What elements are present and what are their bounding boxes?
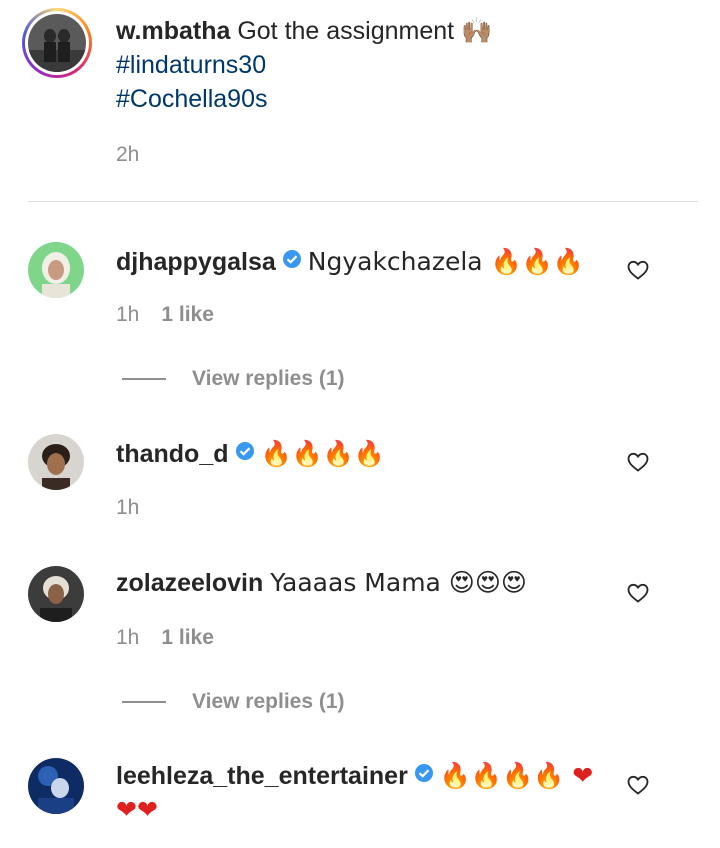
verified-badge-icon	[235, 436, 255, 470]
avatar[interactable]	[28, 758, 84, 814]
verified-badge-icon	[414, 758, 434, 792]
like-count[interactable]: 1 like	[161, 626, 214, 649]
comment-time: 1h	[116, 303, 140, 326]
avatar[interactable]	[28, 242, 84, 298]
comment-text: 🔥🔥🔥🔥	[260, 439, 386, 468]
post-caption: w.mbatha Got the assignment 🙌🏽 #lindatur…	[116, 14, 676, 116]
post-time: 2h	[116, 143, 140, 166]
comment-text: Yaaaas Mama 😍😍😍	[270, 568, 527, 597]
comment-username[interactable]: leehleza_the_entertainer	[116, 762, 408, 790]
post-username[interactable]: w.mbatha	[116, 17, 230, 45]
comment-time: 1h	[116, 496, 140, 519]
heart-outline-icon[interactable]	[626, 258, 650, 282]
comment: djhappygalsa Ngyakchazela 🔥🔥🔥	[116, 245, 596, 279]
post-meta: 2h	[116, 143, 139, 167]
avatar[interactable]	[28, 434, 84, 490]
comment: leehleza_the_entertainer 🔥🔥🔥🔥 ❤❤❤	[116, 759, 606, 827]
avatar[interactable]	[28, 566, 84, 622]
comment-meta: 1h 1 like	[116, 303, 214, 327]
divider	[28, 201, 698, 202]
comment-meta: 1h 1 like	[116, 626, 214, 650]
comment: zolazeelovin Yaaaas Mama 😍😍😍	[116, 566, 596, 600]
reply-line	[122, 701, 166, 704]
comment-text: Ngyakchazela 🔥🔥🔥	[307, 247, 584, 276]
heart-outline-icon[interactable]	[626, 773, 650, 797]
reply-line	[122, 378, 166, 381]
caption-text: Got the assignment 🙌🏽	[237, 17, 493, 45]
comment-username[interactable]: thando_d	[116, 440, 229, 468]
avatar[interactable]	[28, 14, 86, 72]
comment-meta: 1h	[116, 496, 139, 520]
like-count[interactable]: 1 like	[161, 303, 214, 326]
comment-username[interactable]: zolazeelovin	[116, 569, 263, 597]
view-replies-button[interactable]: View replies (1)	[122, 367, 345, 391]
comment-time: 1h	[116, 626, 140, 649]
view-replies-label: View replies (1)	[192, 367, 345, 390]
view-replies-label: View replies (1)	[192, 690, 345, 713]
hashtag-link[interactable]: #Cochella90s	[116, 82, 676, 116]
verified-badge-icon	[282, 244, 302, 278]
comment-username[interactable]: djhappygalsa	[116, 248, 276, 276]
heart-outline-icon[interactable]	[626, 450, 650, 474]
heart-outline-icon[interactable]	[626, 581, 650, 605]
hashtag-link[interactable]: #lindaturns30	[116, 48, 676, 82]
comment: thando_d 🔥🔥🔥🔥	[116, 437, 596, 471]
view-replies-button[interactable]: View replies (1)	[122, 690, 345, 714]
